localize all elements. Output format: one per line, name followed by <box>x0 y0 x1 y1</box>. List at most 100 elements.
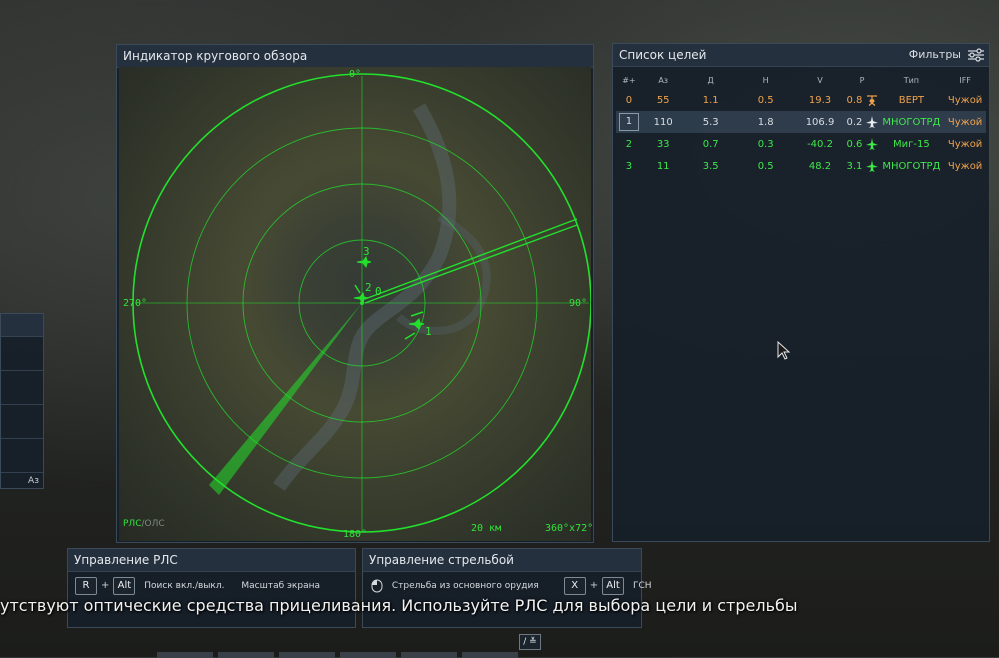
target-row[interactable]: 3 11 3.5 0.5 48.2 3.1 МНОГОТРД Чужой <box>616 155 986 177</box>
target-altitude: 1.8 <box>736 111 795 133</box>
target-index: 2 <box>625 138 633 150</box>
scan-zone-label: 360°x72° <box>545 523 594 534</box>
target-iff: Чужой <box>947 160 983 172</box>
target-list-panel[interactable]: Список целей Фильтры #+ Аз Д Н V Р Тип I… <box>612 43 990 542</box>
range-scale-label: 20 км <box>471 523 502 534</box>
target-velocity: 106.9 <box>794 111 846 133</box>
helicopter-icon <box>866 95 877 106</box>
mode-radar[interactable]: РЛС <box>123 519 141 529</box>
bearing-east-label: 90° <box>569 298 588 309</box>
mouse-left-button-icon <box>371 579 383 592</box>
key-r[interactable]: R <box>75 577 97 595</box>
target-type: Миг-15 <box>893 138 930 150</box>
radar-control-panel: Управление РЛС R + Alt Поиск вкл./выкл. Ма… <box>67 548 356 628</box>
bottom-bar-slot <box>401 652 457 658</box>
target-row[interactable]: 2 33 0.7 0.3 -40.2 0.6 Миг-15 Чужой <box>616 133 986 155</box>
left-panel-row <box>1 337 43 371</box>
bottom-bar-slot <box>157 652 213 658</box>
mode-irst[interactable]: ОЛС <box>145 519 165 529</box>
target-iff: Чужой <box>947 138 983 150</box>
sensor-mode-toggle[interactable]: РЛС/ОЛС <box>123 519 165 529</box>
key-x[interactable]: X <box>563 577 586 595</box>
target-type: ВЕРТ <box>898 94 925 106</box>
target-altitude: 0.5 <box>757 160 774 172</box>
target-velocity: -40.2 <box>807 138 833 150</box>
target-rcs: 0.6 <box>846 139 863 150</box>
radar-control-row: R + Alt Поиск вкл./выкл. Масштаб экрана <box>75 577 320 595</box>
bottom-bar-slot <box>340 652 396 658</box>
target-distance: 1.1 <box>702 94 719 106</box>
bearing-north-label: 0° <box>349 69 362 80</box>
col-velocity[interactable]: V <box>795 71 846 89</box>
target-row[interactable]: 0 55 1.1 0.5 19.3 0.8 ВЕРТ Чужой <box>616 89 986 111</box>
target-azimuth: 33 <box>656 138 670 150</box>
col-type[interactable]: Тип <box>879 71 945 89</box>
target-index: 1 <box>618 113 639 131</box>
target-rcs-cell: 0.6 <box>845 133 878 155</box>
contact-marker <box>404 332 416 340</box>
target-rcs-cell: 0.2 <box>845 111 879 133</box>
left-partial-panel: Аз <box>0 313 44 489</box>
target-list-header: Список целей Фильтры <box>613 44 989 67</box>
target-velocity: 19.3 <box>808 94 832 106</box>
plus-sign: + <box>101 580 110 591</box>
bottom-bar-slot <box>462 652 518 658</box>
toggle-hud-key[interactable]: / ≚ <box>519 634 541 650</box>
target-azimuth: 110 <box>641 111 685 133</box>
radar-display[interactable]: 0° 90° 180° 270° 3 2 0 1 РЛС/ОЛС 20 км 3… <box>119 67 594 541</box>
col-distance[interactable]: Д <box>685 71 737 89</box>
key-alt[interactable]: Alt <box>113 577 136 595</box>
mouse-cursor-icon <box>777 341 791 360</box>
col-index[interactable]: #+ <box>616 71 642 89</box>
hint-subtitle: утствуют оптические средства прицеливани… <box>0 596 798 615</box>
action-search-toggle: Поиск вкл./выкл. <box>144 581 225 591</box>
contact-label-0: 0 <box>375 285 382 298</box>
contact-marker <box>354 284 361 294</box>
key-alt[interactable]: Alt <box>602 577 625 595</box>
filters-button[interactable]: Фильтры <box>909 44 961 66</box>
jet-icon <box>356 255 372 269</box>
target-azimuth: 11 <box>656 160 670 172</box>
target-altitude: 0.5 <box>757 94 774 106</box>
target-rcs: 0.2 <box>846 117 863 128</box>
col-rcs[interactable]: Р <box>845 71 878 89</box>
radar-scope[interactable] <box>119 67 591 541</box>
contact-label-2: 2 <box>365 281 372 294</box>
contact-label-1: 1 <box>425 325 432 338</box>
own-position <box>360 301 364 305</box>
target-rcs-cell: 3.1 <box>845 155 878 177</box>
target-rcs: 3.1 <box>846 161 863 172</box>
fire-control-title: Управление стрельбой <box>363 549 641 572</box>
contact-3 <box>356 255 372 269</box>
target-list-title: Список целей <box>619 48 707 62</box>
target-rcs-cell: 0.8 <box>845 89 878 111</box>
bottom-bar-slot <box>279 652 335 658</box>
target-type: МНОГОТРД <box>878 111 945 133</box>
col-altitude[interactable]: Н <box>737 71 795 89</box>
left-panel-row <box>1 371 43 405</box>
target-index: 0 <box>625 94 633 106</box>
left-panel-header <box>1 314 43 337</box>
fire-control-row: Стрельба из основного орудия X + Alt ГСН <box>371 577 652 595</box>
col-iff[interactable]: IFF <box>944 71 986 89</box>
radar-control-title: Управление РЛС <box>68 549 355 572</box>
target-row-selected[interactable]: 1 110 5.3 1.8 106.9 0.2 МНОГОТРД Чужой <box>616 111 986 133</box>
radar-ppi-panel[interactable]: Индикатор кругового обзора 0° 90° 180° 2… <box>116 44 594 543</box>
target-velocity: 48.2 <box>808 160 832 172</box>
left-panel-row <box>1 439 43 473</box>
action-screen-scale: Масштаб экрана <box>241 581 320 591</box>
bearing-west-label: 270° <box>123 298 148 309</box>
fire-control-panel: Управление стрельбой Стрельба из основно… <box>362 548 652 628</box>
radar-panel-title: Индикатор кругового обзора <box>117 45 593 68</box>
target-iff: Чужой <box>944 111 986 133</box>
action-main-gun: Стрельба из основного орудия <box>391 581 539 591</box>
col-azimuth[interactable]: Аз <box>642 71 685 89</box>
bottom-bar-slot <box>218 652 274 658</box>
target-iff: Чужой <box>947 94 983 106</box>
target-index-cell: 1 <box>616 111 642 133</box>
target-distance: 3.5 <box>702 160 719 172</box>
target-index: 3 <box>625 160 633 172</box>
filter-sliders-icon[interactable] <box>967 47 985 63</box>
target-rcs: 0.8 <box>846 95 863 106</box>
radar-scan-beam <box>209 303 362 495</box>
